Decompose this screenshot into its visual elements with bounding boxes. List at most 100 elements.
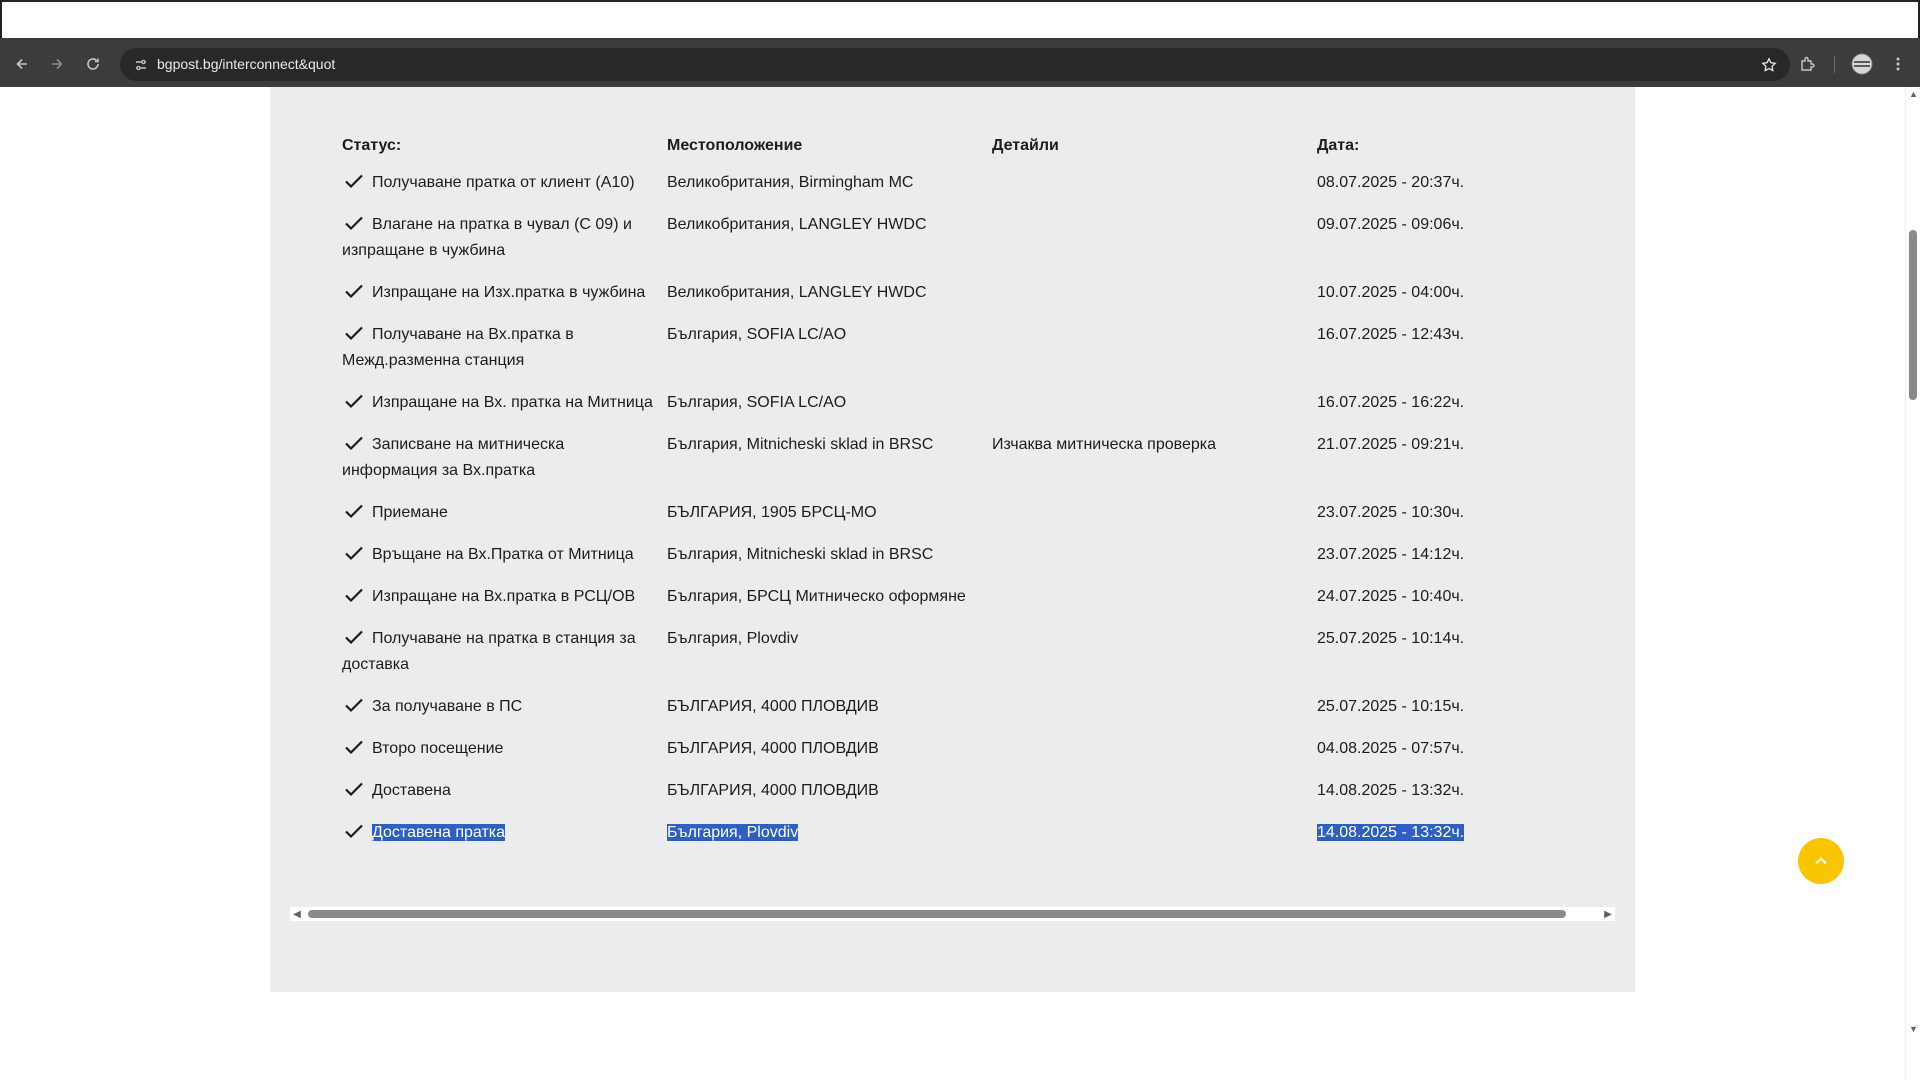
date-text: 16.07.2025 - 12:43ч. bbox=[1317, 326, 1465, 343]
table-row: Влагане на пратка в чувал (C 09) и изпра… bbox=[342, 209, 1517, 277]
status-cell: Записване на митническа информация за Вх… bbox=[342, 429, 667, 497]
date-cell: 09.07.2025 - 09:06ч. bbox=[1317, 209, 1517, 277]
date-text: 14.08.2025 - 13:32ч. bbox=[1317, 824, 1465, 841]
details-cell bbox=[992, 497, 1317, 539]
toolbar-divider bbox=[1834, 56, 1835, 73]
vertical-scrollbar[interactable]: ▲ ▼ bbox=[1905, 87, 1920, 1080]
status-cell: Връщане на Вх.Пратка от Митница bbox=[342, 539, 667, 581]
status-cell: Получаване пратка от клиент (A10) bbox=[342, 167, 667, 209]
arrow-right-icon[interactable] bbox=[43, 50, 71, 78]
vertical-scroll-thumb[interactable] bbox=[1909, 230, 1917, 400]
horizontal-scrollbar[interactable]: ◀ ▶ bbox=[290, 907, 1615, 921]
checkmark-icon bbox=[344, 738, 364, 755]
date-text: 24.07.2025 - 10:40ч. bbox=[1317, 588, 1465, 605]
puzzle-icon[interactable] bbox=[1794, 50, 1822, 78]
details-cell bbox=[992, 167, 1317, 209]
status-cell: Изпращане на Вх. пратка на Митница bbox=[342, 387, 667, 429]
date-cell: 16.07.2025 - 16:22ч. bbox=[1317, 387, 1517, 429]
date-text: 10.07.2025 - 04:00ч. bbox=[1317, 284, 1465, 301]
date-cell: 21.07.2025 - 09:21ч. bbox=[1317, 429, 1517, 497]
scroll-right-icon[interactable]: ▶ bbox=[1601, 907, 1615, 921]
date-text: 09.07.2025 - 09:06ч. bbox=[1317, 216, 1465, 233]
table-row: Записване на митническа информация за Вх… bbox=[342, 429, 1517, 497]
details-cell bbox=[992, 581, 1317, 623]
checkmark-icon bbox=[344, 172, 364, 189]
location-text: БЪЛГАРИЯ, 4000 ПЛОВДИВ bbox=[667, 782, 879, 799]
date-cell: 25.07.2025 - 10:15ч. bbox=[1317, 691, 1517, 733]
location-cell: Великобритания, LANGLEY HWDC bbox=[667, 209, 992, 277]
url-text[interactable]: bgpost.bg/interconnect&quot bbox=[157, 56, 335, 72]
scroll-down-icon[interactable]: ▼ bbox=[1906, 1022, 1920, 1036]
status-cell: Влагане на пратка в чувал (C 09) и изпра… bbox=[342, 209, 667, 277]
date-text: 08.07.2025 - 20:37ч. bbox=[1317, 174, 1465, 191]
browser-tab-strip bbox=[0, 0, 1920, 40]
table-row: За получаване в ПС БЪЛГАРИЯ, 4000 ПЛОВДИВ… bbox=[342, 691, 1517, 733]
location-cell: Великобритания, Birmingham MC bbox=[667, 167, 992, 209]
location-cell: България, Plovdiv bbox=[667, 817, 992, 859]
details-cell bbox=[992, 817, 1317, 859]
status-cell: Приемане bbox=[342, 497, 667, 539]
status-cell: Получаване на пратка в станция за достав… bbox=[342, 623, 667, 691]
tune-icon[interactable] bbox=[130, 54, 152, 76]
location-cell: България, SOFIA LC/AO bbox=[667, 319, 992, 387]
date-text: 25.07.2025 - 10:14ч. bbox=[1317, 630, 1465, 647]
status-text: Записване на митническа информация за Вх… bbox=[342, 436, 565, 479]
location-cell: България, БРСЦ Митническо оформяне bbox=[667, 581, 992, 623]
location-text: БЪЛГАРИЯ, 4000 ПЛОВДИВ bbox=[667, 698, 879, 715]
location-cell: България, Plovdiv bbox=[667, 623, 992, 691]
location-text: БЪЛГАРИЯ, 1905 БРСЦ-МО bbox=[667, 504, 877, 521]
location-text: Великобритания, Birmingham MC bbox=[667, 174, 914, 191]
checkmark-icon bbox=[344, 502, 364, 519]
header-details: Детайли bbox=[992, 137, 1059, 154]
status-text: Доставена пратка bbox=[372, 824, 506, 841]
status-cell: Доставена пратка bbox=[342, 817, 667, 859]
date-text: 23.07.2025 - 14:12ч. bbox=[1317, 546, 1465, 563]
arrow-left-icon[interactable] bbox=[8, 50, 36, 78]
status-cell: Получаване на Вх.пратка в Межд.разменна … bbox=[342, 319, 667, 387]
scroll-left-icon[interactable]: ◀ bbox=[290, 907, 304, 921]
location-text: България, SOFIA LC/AO bbox=[667, 326, 847, 343]
table-row: Второ посещение БЪЛГАРИЯ, 4000 ПЛОВДИВ 04.… bbox=[342, 733, 1517, 775]
status-text: Получаване на Вх.пратка в Межд.разменна … bbox=[342, 326, 574, 369]
page-content: Статус: Местоположение Детайли Дата: Пол… bbox=[0, 87, 1905, 1080]
avatar-icon[interactable] bbox=[1848, 50, 1876, 78]
scroll-up-icon[interactable]: ▲ bbox=[1906, 87, 1920, 101]
horizontal-scroll-thumb[interactable] bbox=[308, 910, 1566, 918]
location-cell: Великобритания, LANGLEY HWDC bbox=[667, 277, 992, 319]
date-text: 23.07.2025 - 10:30ч. bbox=[1317, 504, 1465, 521]
kebab-menu-icon[interactable] bbox=[1884, 50, 1912, 78]
table-row: Доставена БЪЛГАРИЯ, 4000 ПЛОВДИВ 14.08.202… bbox=[342, 775, 1517, 817]
location-text: България, Plovdiv bbox=[667, 630, 799, 647]
checkmark-icon bbox=[344, 214, 364, 231]
checkmark-icon bbox=[344, 586, 364, 603]
location-text: БЪЛГАРИЯ, 4000 ПЛОВДИВ bbox=[667, 740, 879, 757]
status-text: Получаване на пратка в станция за достав… bbox=[342, 630, 636, 673]
date-cell: 14.08.2025 - 13:32ч. bbox=[1317, 775, 1517, 817]
tracking-panel: Статус: Местоположение Детайли Дата: Пол… bbox=[270, 87, 1635, 992]
checkmark-icon bbox=[344, 392, 364, 409]
checkmark-icon bbox=[344, 780, 364, 797]
star-icon[interactable] bbox=[1758, 54, 1780, 76]
details-cell bbox=[992, 775, 1317, 817]
date-cell: 08.07.2025 - 20:37ч. bbox=[1317, 167, 1517, 209]
table-row: Връщане на Вх.Пратка от Митница България,… bbox=[342, 539, 1517, 581]
header-status: Статус: bbox=[342, 137, 402, 154]
scroll-to-top-button[interactable] bbox=[1798, 838, 1844, 884]
details-cell bbox=[992, 319, 1317, 387]
reload-icon[interactable] bbox=[79, 50, 107, 78]
location-cell: България, Mitnicheski sklad in BRSC bbox=[667, 429, 992, 497]
location-cell: БЪЛГАРИЯ, 4000 ПЛОВДИВ bbox=[667, 733, 992, 775]
status-cell: За получаване в ПС bbox=[342, 691, 667, 733]
header-location: Местоположение bbox=[667, 137, 803, 154]
date-cell: 16.07.2025 - 12:43ч. bbox=[1317, 319, 1517, 387]
location-text: България, Mitnicheski sklad in BRSC bbox=[667, 436, 934, 453]
details-cell bbox=[992, 387, 1317, 429]
status-text: Връщане на Вх.Пратка от Митница bbox=[372, 546, 634, 563]
location-text: Великобритания, LANGLEY HWDC bbox=[667, 284, 927, 301]
header-date: Дата: bbox=[1317, 137, 1360, 154]
status-text: Изпращане на Изх.пратка в чужбина bbox=[372, 284, 646, 301]
address-bar[interactable]: bgpost.bg/interconnect&quot bbox=[120, 48, 1790, 81]
location-cell: България, Mitnicheski sklad in BRSC bbox=[667, 539, 992, 581]
date-text: 14.08.2025 - 13:32ч. bbox=[1317, 782, 1465, 799]
details-cell bbox=[992, 691, 1317, 733]
